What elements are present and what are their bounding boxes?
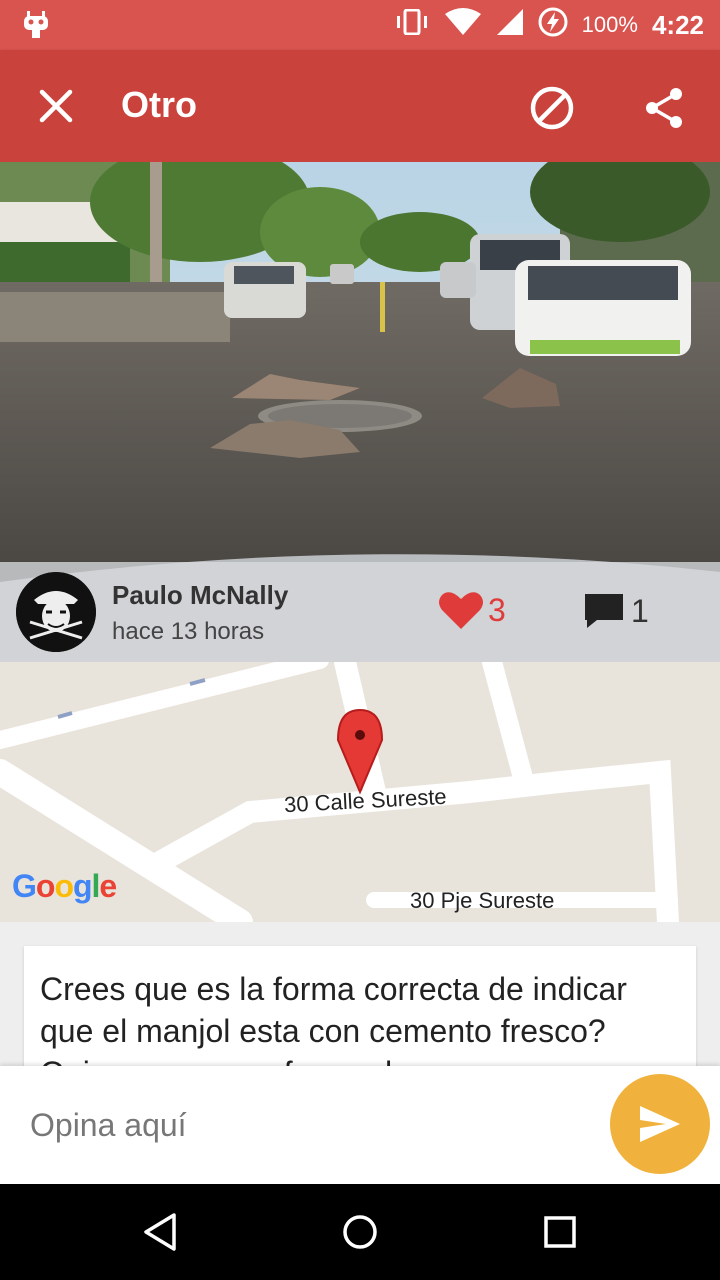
comment-count: 1 bbox=[631, 592, 649, 629]
battery-percent: 100% bbox=[581, 12, 638, 37]
signal-icon bbox=[496, 8, 524, 43]
block-button[interactable] bbox=[528, 84, 576, 132]
comment-icon bbox=[585, 594, 623, 628]
like-count: 3 bbox=[488, 591, 506, 628]
toolbar: Otro bbox=[0, 50, 720, 162]
post-author-bar: Paulo McNally hace 13 horas 3 1 bbox=[0, 562, 720, 662]
post-description-card: Crees que es la forma correcta de indica… bbox=[24, 946, 696, 1086]
avatar[interactable] bbox=[16, 572, 96, 652]
back-icon bbox=[144, 1213, 176, 1251]
battery-charging-icon bbox=[538, 7, 568, 44]
app-notification-icon bbox=[22, 10, 50, 45]
send-button[interactable] bbox=[610, 1074, 710, 1174]
wifi-icon bbox=[444, 7, 482, 43]
heart-icon bbox=[439, 592, 483, 629]
share-icon bbox=[646, 88, 682, 128]
google-logo: Google bbox=[12, 868, 117, 904]
vibrate-icon bbox=[394, 8, 430, 42]
close-icon bbox=[39, 89, 73, 123]
system-nav-bar bbox=[0, 1184, 720, 1280]
block-icon bbox=[530, 86, 574, 130]
home-button[interactable] bbox=[342, 1214, 378, 1255]
home-icon bbox=[343, 1215, 377, 1249]
send-icon bbox=[640, 1106, 680, 1142]
page-title: Otro bbox=[121, 84, 197, 125]
comment-input[interactable] bbox=[28, 1096, 592, 1154]
author-name[interactable]: Paulo McNally bbox=[112, 580, 288, 611]
comments-button[interactable]: 1 bbox=[583, 592, 649, 630]
share-button[interactable] bbox=[640, 84, 688, 132]
status-bar: 100% 4:22 bbox=[0, 0, 720, 50]
recents-button[interactable] bbox=[544, 1216, 576, 1253]
back-button[interactable] bbox=[142, 1212, 178, 1257]
recents-icon bbox=[544, 1216, 576, 1248]
street-label-secondary: 30 Pje Sureste bbox=[410, 888, 555, 913]
location-map[interactable]: 30 Calle Sureste 30 Pje Sureste Google bbox=[0, 662, 720, 922]
post-time: hace 13 horas bbox=[112, 618, 265, 645]
like-button[interactable]: 3 bbox=[438, 590, 506, 630]
comment-bar bbox=[0, 1066, 720, 1184]
close-button[interactable] bbox=[34, 84, 78, 128]
clock: 4:22 bbox=[651, 9, 704, 40]
